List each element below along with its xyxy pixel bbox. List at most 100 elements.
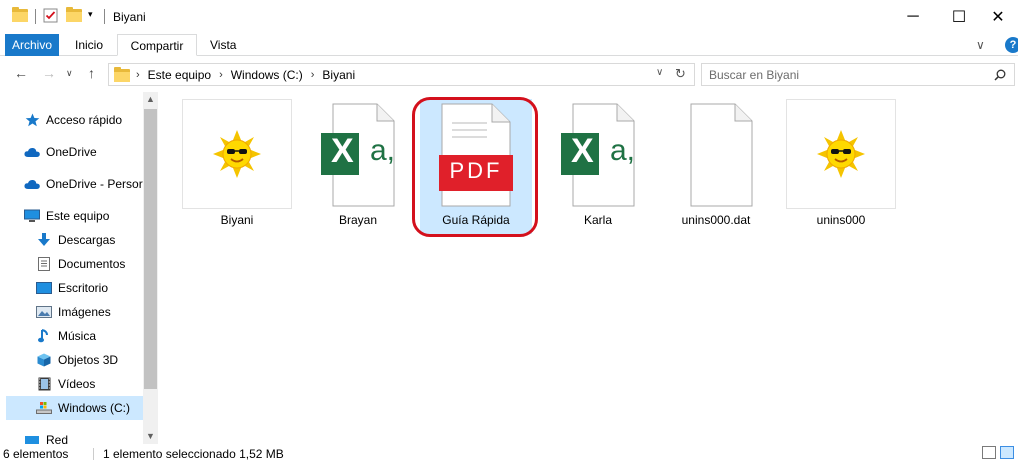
nav-item-este-equipo[interactable]: Este equipo	[6, 204, 143, 228]
excel-suffix: a,	[610, 134, 636, 167]
help-icon[interactable]: ?	[1005, 37, 1018, 53]
item-count: 6 elementos	[3, 447, 69, 461]
breadcrumb-separator: ›	[219, 69, 223, 81]
nav-item-musica[interactable]: Música	[6, 324, 143, 348]
excel-suffix: a,	[370, 134, 396, 167]
nav-item-descargas[interactable]: Descargas	[6, 228, 143, 252]
address-row: ← → ∨ ↑ › Este equipo › Windows (C:) › B…	[0, 56, 1018, 92]
nav-item-windows-c[interactable]: Windows (C:)	[6, 396, 143, 420]
scroll-up-icon[interactable]: ▲	[143, 92, 158, 107]
nav-item-videos[interactable]: Vídeos	[6, 372, 143, 396]
file-list: Biyani X a, Brayan PDF Guía Rápida X a, …	[160, 92, 1018, 444]
minimize-button[interactable]: ─	[890, 0, 936, 34]
file-name: Brayan	[338, 213, 378, 227]
address-dropdown-icon[interactable]: ∨	[656, 67, 663, 78]
excel-letter: X	[571, 132, 594, 170]
scroll-thumb[interactable]	[144, 109, 157, 389]
customize-toolbar-icon[interactable]: ▾	[88, 9, 93, 20]
file-name: Karla	[583, 213, 612, 227]
nav-item-acceso-rapido[interactable]: Acceso rápido	[6, 108, 143, 132]
network-icon	[24, 433, 40, 444]
details-view-icon[interactable]	[982, 446, 996, 459]
nav-item-label: Este equipo	[46, 209, 110, 223]
refresh-icon[interactable]: ↻	[675, 66, 686, 82]
nav-item-onedrive-personal[interactable]: OneDrive - Persor	[6, 172, 143, 196]
nav-item-onedrive[interactable]: OneDrive	[6, 140, 143, 164]
separator	[35, 9, 36, 24]
close-button[interactable]: ✕	[978, 0, 1018, 34]
nav-item-label: Imágenes	[58, 305, 111, 319]
nav-item-red[interactable]: Red	[6, 428, 143, 444]
file-name: Guía Rápida	[442, 213, 510, 227]
search-box[interactable]	[701, 63, 1015, 86]
navigation-pane: Acceso rápido OneDrive OneDrive - Persor…	[0, 92, 158, 444]
download-icon	[36, 233, 52, 247]
window-title: Biyani	[113, 10, 146, 24]
file-item-unins000[interactable]: unins000	[785, 99, 897, 234]
nav-item-label: Música	[58, 329, 97, 343]
breadcrumb-windows-c[interactable]: Windows (C:)	[231, 68, 303, 82]
file-item-biyani[interactable]: Biyani	[181, 99, 293, 234]
selection-info: 1 elemento seleccionado 1,52 MB	[103, 447, 284, 461]
scroll-down-icon[interactable]: ▼	[143, 429, 158, 444]
up-arrow-icon[interactable]: ↑	[88, 65, 95, 81]
nav-item-label: OneDrive - Persor	[46, 177, 143, 191]
file-item-guia-rapida[interactable]: PDF Guía Rápida	[420, 99, 532, 234]
tab-archivo[interactable]: Archivo	[5, 34, 60, 56]
folder-icon[interactable]	[12, 7, 28, 22]
nav-item-label: Red	[46, 433, 69, 444]
file-name: unins000	[816, 213, 866, 227]
nav-item-label: Acceso rápido	[46, 113, 123, 127]
music-icon	[36, 329, 52, 343]
tab-vista[interactable]: Vista	[198, 34, 248, 56]
document-icon	[36, 257, 52, 271]
search-input[interactable]	[709, 67, 979, 83]
blank-file-icon	[690, 103, 753, 207]
forward-arrow-icon[interactable]: →	[42, 65, 56, 81]
nav-scrollbar[interactable]: ▲ ▼	[143, 92, 158, 444]
file-thumbnail	[660, 99, 772, 211]
status-bar: 6 elementos 1 elemento seleccionado 1,52…	[0, 444, 1018, 462]
nav-item-imagenes[interactable]: Imágenes	[6, 300, 143, 324]
breadcrumb-separator: ›	[136, 69, 140, 81]
drive-icon	[36, 401, 52, 415]
file-item-karla[interactable]: X a, Karla	[542, 99, 654, 234]
excel-letter: X	[331, 132, 354, 170]
nav-item-objetos-3d[interactable]: Objetos 3D	[6, 348, 143, 372]
expand-ribbon-icon[interactable]: ∨	[976, 34, 985, 56]
properties-icon[interactable]	[43, 8, 58, 23]
file-item-brayan[interactable]: X a, Brayan	[302, 99, 414, 234]
star-icon	[24, 113, 40, 127]
new-folder-icon[interactable]	[66, 7, 82, 22]
breadcrumb-separator: ›	[310, 69, 315, 81]
nav-item-escritorio[interactable]: Escritorio	[6, 276, 143, 300]
folder-icon	[114, 67, 130, 82]
nav-item-label: Escritorio	[58, 281, 109, 295]
back-arrow-icon[interactable]: ←	[14, 65, 28, 81]
file-thumbnail: X a,	[542, 99, 654, 211]
separator	[104, 9, 105, 24]
sun-icon	[213, 130, 261, 178]
tab-inicio[interactable]: Inicio	[63, 34, 115, 56]
tab-compartir[interactable]: Compartir	[117, 34, 197, 56]
maximize-button[interactable]: ☐	[936, 0, 982, 34]
file-name: unins000.dat	[681, 213, 751, 227]
search-icon[interactable]	[994, 69, 1006, 81]
ribbon-tabs: Archivo Inicio Compartir Vista ∨ ?	[0, 34, 1018, 56]
nav-item-label: OneDrive	[46, 145, 97, 159]
recent-locations-icon[interactable]: ∨	[66, 68, 73, 79]
file-thumbnail	[182, 99, 292, 209]
address-bar[interactable]: › Este equipo › Windows (C:) › Biyani ∨ …	[108, 63, 695, 86]
large-icons-view-icon[interactable]	[1000, 446, 1014, 459]
cloud-icon	[24, 177, 40, 191]
file-thumbnail: PDF	[420, 99, 532, 211]
nav-item-label: Descargas	[58, 233, 116, 247]
desktop-icon	[36, 281, 52, 295]
breadcrumb-biyani[interactable]: Biyani	[322, 68, 355, 82]
nav-item-documentos[interactable]: Documentos	[6, 252, 143, 276]
nav-item-label: Documentos	[58, 257, 126, 271]
pdf-label: PDF	[449, 158, 503, 183]
breadcrumb-este-equipo[interactable]: Este equipo	[148, 68, 211, 82]
nav-item-label: Objetos 3D	[58, 353, 119, 367]
file-item-unins000-dat[interactable]: unins000.dat	[660, 99, 772, 234]
